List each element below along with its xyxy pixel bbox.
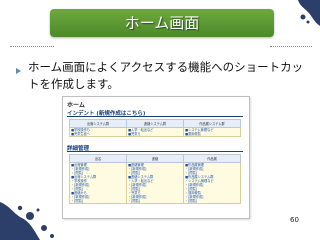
detail-cell: ■作品展管理 ・[新規作成] ・[閲覧] ■作品展システム群 ・システム管理など… <box>183 162 241 204</box>
shortcut-link[interactable]: ■児童生徒へ <box>71 132 125 136</box>
col-header: 連絡システム群 <box>126 119 184 128</box>
corner-ink-decoration <box>298 0 320 26</box>
slide-title: ホーム画面 <box>124 14 200 32</box>
slide-description: ホーム画面によくアクセスする機能へのショートカットを作成します。 <box>28 60 304 91</box>
screenshot-heading: ホーム <box>67 102 85 109</box>
shortcut-link[interactable]: ■児童ら <box>128 132 182 136</box>
detail-cell: ■出席管理 ・[新規作成] ・[閲覧] ■出席システム群 ・学校操作 ・[新規作… <box>69 162 127 204</box>
shortcut-cell: ■システム管理など ■運用便覧 <box>183 127 241 137</box>
bullet-icon <box>16 68 21 74</box>
shortcut-link[interactable]: ■運用便覧 <box>185 132 239 136</box>
col-header: 作品展 <box>183 154 241 163</box>
col-header: 作品展システム群 <box>183 119 241 128</box>
section-underline <box>67 151 243 152</box>
detail-cell: ■連絡管理 ・[新規作成] ・[閲覧] ■連絡システム群 ・入学・転出など ・[… <box>126 162 184 204</box>
shortcut-table: 出席システム群 連絡システム群 作品展システム群 ■学校操作も ■児童生徒へ ■… <box>69 119 241 137</box>
col-header: 出名 <box>69 154 127 163</box>
home-screen-screenshot: ホーム インデント (新規作成はこちら) 出席システム群 連絡システム群 作品展… <box>62 96 250 219</box>
col-header: 連絡 <box>126 154 184 163</box>
ink-blot-decoration <box>0 202 54 240</box>
detail-table: 出名 連絡 作品展 ■出席管理 ・[新規作成] ・[閲覧] ■出席システム群 ・… <box>69 154 241 204</box>
title-bar: ホーム画面 <box>50 9 274 37</box>
divider-left <box>10 46 54 47</box>
detail-link[interactable]: ・[閲覧] <box>128 199 182 203</box>
detail-link[interactable]: ・[閲覧] <box>71 199 125 203</box>
detail-link[interactable]: ・[閲覧] <box>185 199 239 203</box>
page-number: 60 <box>290 216 299 224</box>
shortcut-cell: ■学校操作も ■児童生徒へ <box>69 127 127 137</box>
slide: { "slide": { "title": "ホーム画面", "descript… <box>0 0 320 240</box>
shortcut-cell: ■入学・転出など ■児童ら <box>126 127 184 137</box>
col-header: 出席システム群 <box>69 119 127 128</box>
section-underline <box>67 116 243 117</box>
divider-right <box>270 46 312 47</box>
